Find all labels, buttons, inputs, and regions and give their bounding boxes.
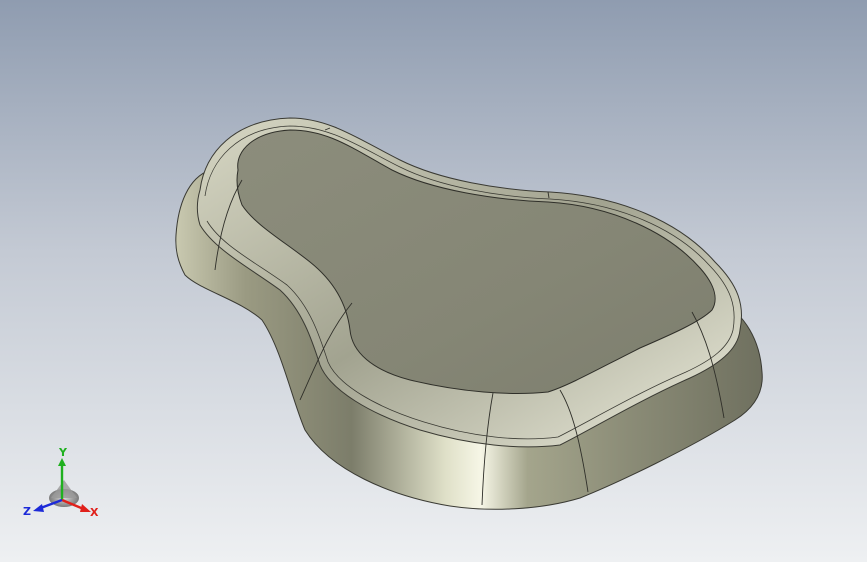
triad-cone [51,480,77,498]
graphics-viewport[interactable]: Y X Z [0,0,867,562]
z-axis-label: Z [23,505,31,518]
z-axis-arrow [33,504,44,512]
x-axis-label: X [90,506,99,519]
axis-triad: Y X Z [23,446,99,519]
y-axis-arrow [58,458,66,466]
y-axis-label: Y [58,446,68,459]
model-3d-view[interactable] [0,0,867,562]
